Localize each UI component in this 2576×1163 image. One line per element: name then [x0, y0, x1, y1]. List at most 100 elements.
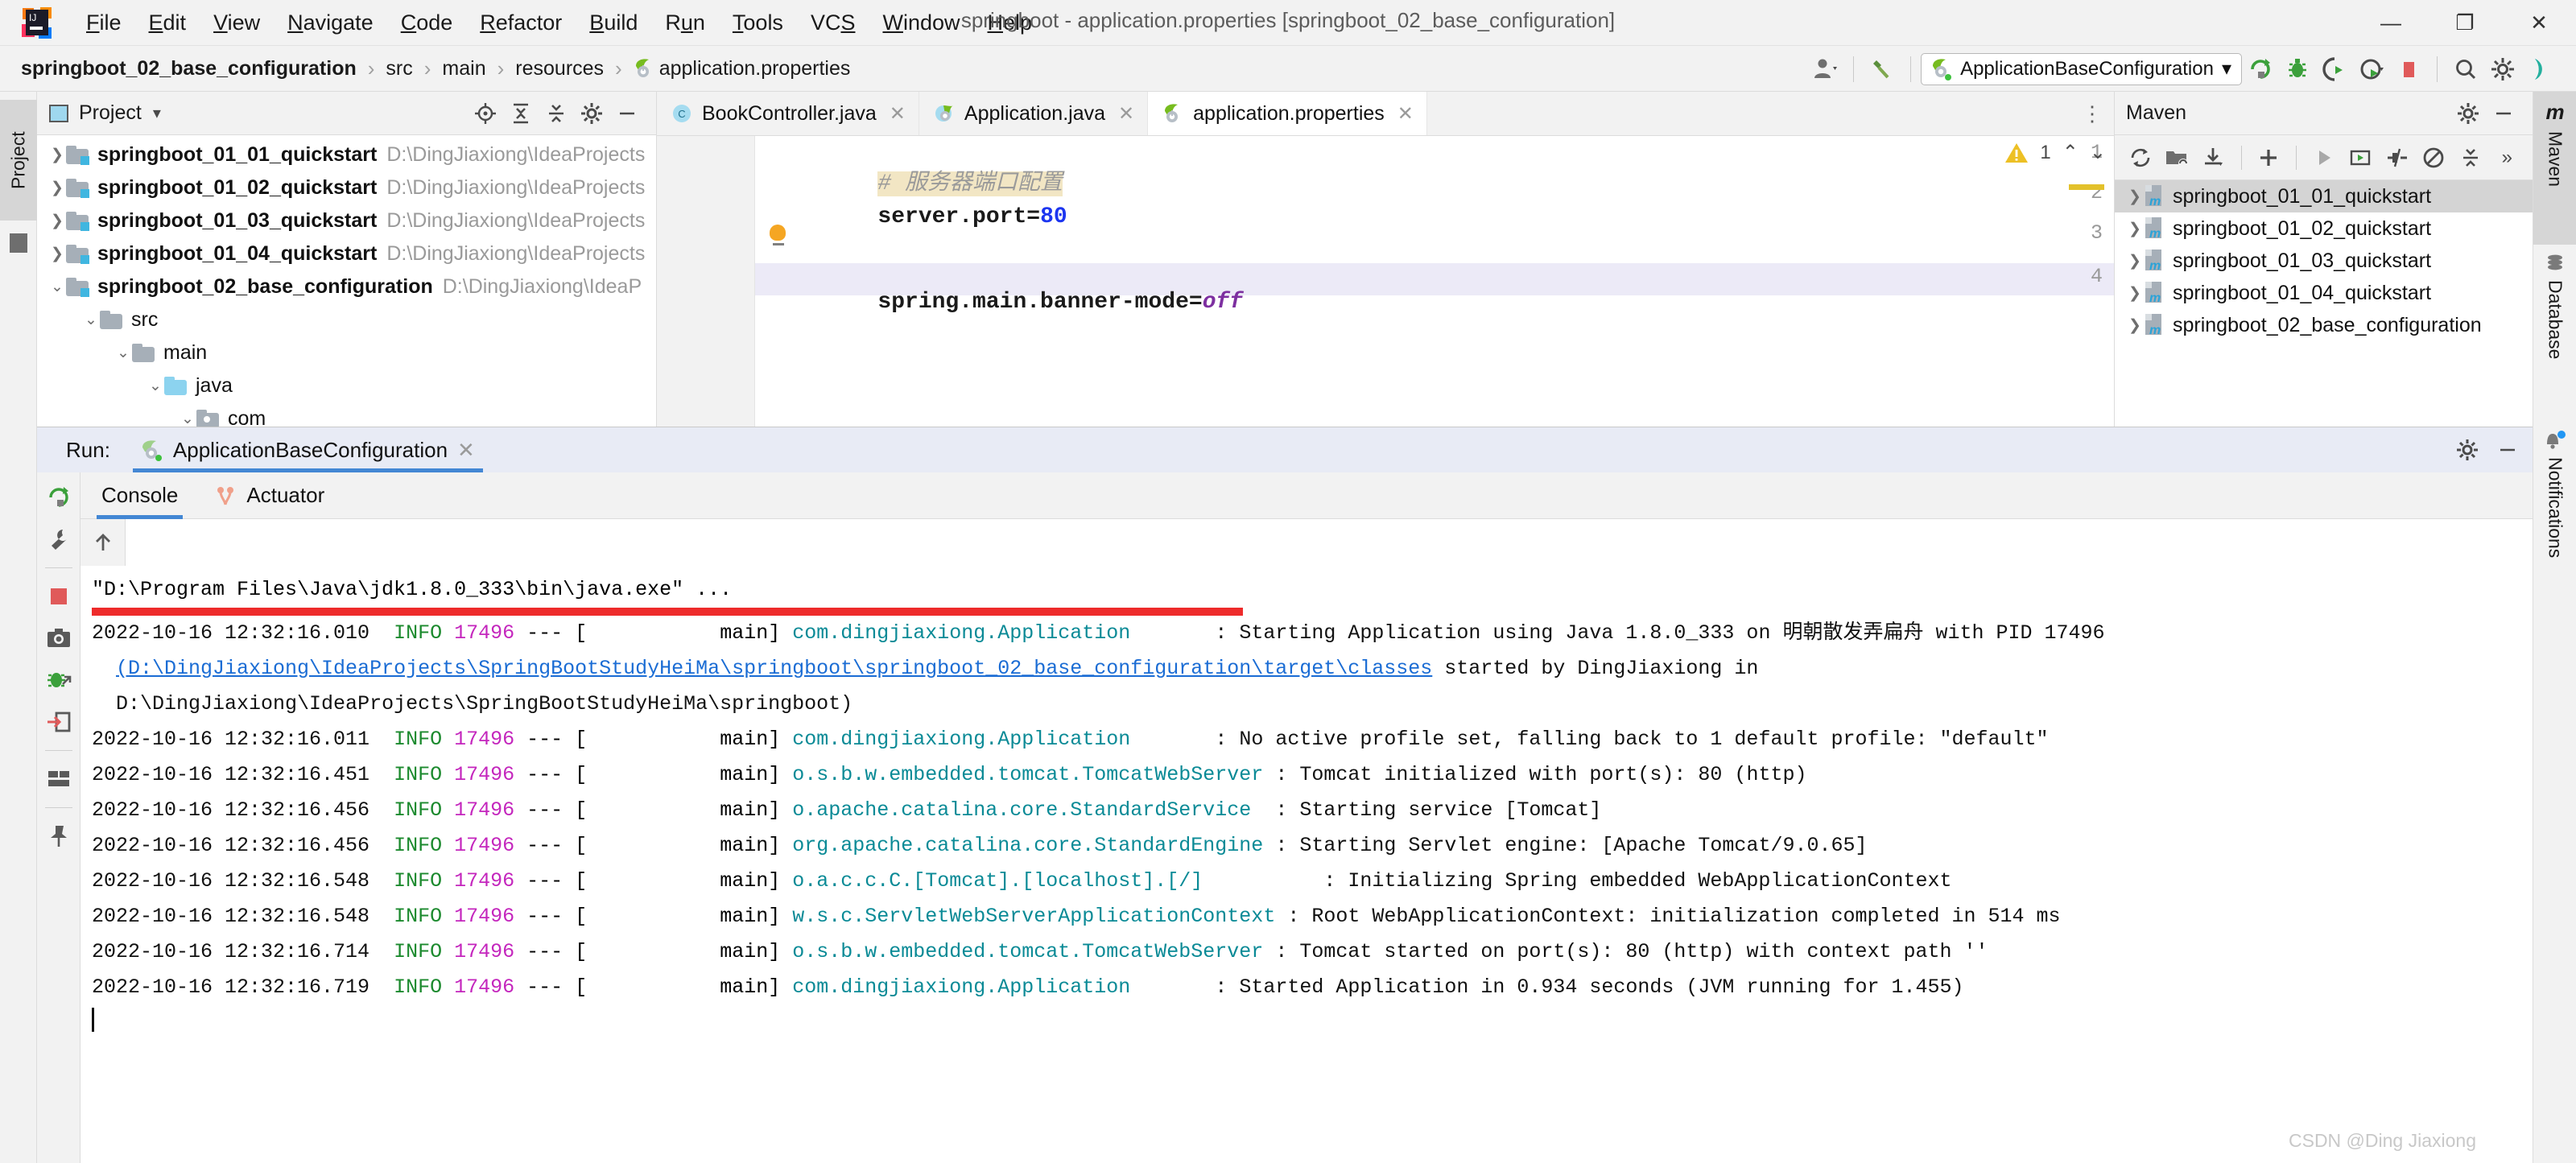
breadcrumb-item-resources[interactable]: resources	[515, 57, 604, 80]
hide-icon[interactable]	[609, 96, 645, 131]
tree-item[interactable]: ❯ springboot_01_04_quickstart D:\DingJia…	[37, 237, 656, 270]
stop-icon[interactable]	[42, 579, 76, 613]
tree-item[interactable]: ❯ springboot_01_02_quickstart D:\DingJia…	[37, 171, 656, 204]
toggle-skip-tests-icon[interactable]	[2381, 139, 2413, 176]
menu-tools[interactable]: Tools	[719, 6, 797, 39]
maximize-button[interactable]: ❐	[2428, 0, 2502, 46]
menu-view[interactable]: View	[200, 6, 274, 39]
chevron-down-icon[interactable]: ⌄	[48, 278, 66, 296]
maven-tree-item[interactable]: ❯ m springboot_01_03_quickstart	[2115, 245, 2533, 277]
menu-build[interactable]: Build	[576, 6, 651, 39]
menu-navigate[interactable]: Navigate	[274, 6, 387, 39]
breadcrumb-item-file[interactable]: application.properties	[659, 57, 851, 80]
tree-item[interactable]: ❯ springboot_01_01_quickstart D:\DingJia…	[37, 138, 656, 171]
console-output[interactable]: "D:\Program Files\Java\jdk1.8.0_333\bin\…	[80, 566, 2533, 1163]
editor-tab-application[interactable]: Application.java ✕	[919, 92, 1149, 135]
run-configuration-icon[interactable]	[2344, 139, 2376, 176]
menu-run[interactable]: Run	[651, 6, 719, 39]
prev-problem-icon[interactable]: ⌃	[2062, 141, 2079, 164]
menu-vcs[interactable]: VCS	[797, 6, 869, 39]
chevron-right-icon[interactable]: ❯	[2126, 220, 2144, 237]
user-avatar-icon[interactable]	[1806, 51, 1843, 88]
maven-tree-item[interactable]: ❯ m springboot_01_04_quickstart	[2115, 277, 2533, 309]
tab-console[interactable]: Console	[97, 472, 184, 519]
sidebar-tab-database[interactable]: Database	[2533, 245, 2576, 422]
tree-item[interactable]: ⌄ springboot_02_base_configuration D:\Di…	[37, 270, 656, 303]
sidebar-tab-maven[interactable]: m Maven	[2533, 92, 2576, 245]
minimize-button[interactable]: —	[2354, 0, 2428, 46]
settings-gear-icon[interactable]	[574, 96, 609, 131]
intention-bulb-icon[interactable]	[770, 225, 787, 245]
wrench-icon[interactable]	[42, 522, 76, 556]
reload-icon[interactable]	[2124, 139, 2157, 176]
chevron-right-icon[interactable]: ❯	[48, 179, 66, 197]
breadcrumb-item-main[interactable]: main	[442, 57, 485, 80]
pin-icon[interactable]	[42, 819, 76, 853]
scroll-up-icon[interactable]	[86, 526, 120, 559]
collapse-all-icon[interactable]	[539, 96, 574, 131]
editor-gutter[interactable]	[657, 136, 755, 427]
chevron-down-icon[interactable]: ⌄	[179, 410, 196, 428]
settings-gear-icon[interactable]	[2484, 51, 2521, 88]
rerun-icon[interactable]	[2242, 51, 2279, 88]
search-everywhere-icon[interactable]	[2447, 51, 2484, 88]
collapse-all-icon[interactable]	[2454, 139, 2487, 176]
menu-file[interactable]: File	[72, 6, 135, 39]
tree-item[interactable]: ⌄ main	[37, 336, 656, 369]
run-tab-applicationbaseconfiguration[interactable]: ApplicationBaseConfiguration ✕	[132, 427, 483, 472]
maven-tree-item[interactable]: ❯ m springboot_01_02_quickstart	[2115, 212, 2533, 245]
editor-marker-warning[interactable]	[2069, 184, 2104, 190]
debug-attach-icon[interactable]	[42, 663, 76, 697]
build-hammer-icon[interactable]	[1864, 51, 1901, 88]
log-link[interactable]: (D:\DingJiaxiong\IdeaProjects\SpringBoot…	[116, 657, 1432, 680]
add-maven-project-icon[interactable]	[2161, 139, 2194, 176]
tree-item[interactable]: ⌄ java	[37, 369, 656, 402]
layout-icon[interactable]	[42, 762, 76, 796]
chevron-down-icon[interactable]: ⌄	[82, 311, 100, 329]
rerun-icon[interactable]	[42, 480, 76, 514]
chevron-right-icon[interactable]: ❯	[2126, 316, 2144, 334]
more-icon[interactable]: »	[2491, 139, 2524, 176]
code-editor[interactable]: 1 2 3 4 # 服务器端口配置 server.port=80 spring.…	[657, 136, 2114, 427]
editor-tab-bookcontroller[interactable]: C BookController.java ✕	[657, 92, 919, 135]
project-tree[interactable]: ❯ springboot_01_01_quickstart D:\DingJia…	[37, 135, 656, 435]
menu-bar[interactable]: File Edit View Navigate Code Refactor Bu…	[72, 6, 1046, 39]
run-configuration-selector[interactable]: ApplicationBaseConfiguration ▾	[1921, 52, 2242, 85]
chevron-down-icon[interactable]: ▾	[153, 103, 161, 123]
chevron-down-icon[interactable]: ▾	[2222, 57, 2231, 80]
close-icon[interactable]: ✕	[890, 102, 906, 126]
editor-tab-application-properties[interactable]: application.properties ✕	[1148, 92, 1427, 135]
run-with-coverage-icon[interactable]	[2316, 51, 2353, 88]
sidebar-tab-notifications[interactable]: Notifications	[2533, 422, 2576, 655]
tab-actuator[interactable]: Actuator	[210, 472, 329, 519]
close-icon[interactable]: ✕	[457, 438, 475, 463]
download-sources-icon[interactable]	[2198, 139, 2230, 176]
maven-tree-item[interactable]: ❯ m springboot_01_01_quickstart	[2115, 180, 2533, 212]
tree-item[interactable]: ❯ springboot_01_03_quickstart D:\DingJia…	[37, 204, 656, 237]
hide-icon[interactable]	[2496, 438, 2520, 462]
breadcrumb-item-src[interactable]: src	[386, 57, 412, 80]
screenshot-icon[interactable]	[42, 621, 76, 655]
chevron-right-icon[interactable]: ❯	[48, 212, 66, 230]
chevron-down-icon[interactable]: ⌄	[114, 344, 132, 362]
tree-item[interactable]: ⌄ src	[37, 303, 656, 336]
menu-window[interactable]: Window	[869, 6, 973, 39]
menu-help[interactable]: Help	[974, 6, 1046, 39]
editor-tab-overflow-icon[interactable]: ⋮	[2082, 92, 2103, 136]
expand-all-icon[interactable]	[503, 96, 539, 131]
maven-tree-item[interactable]: ❯ m springboot_02_base_configuration	[2115, 309, 2533, 341]
chevron-right-icon[interactable]: ❯	[48, 146, 66, 164]
hide-icon[interactable]	[2486, 96, 2521, 131]
menu-code[interactable]: Code	[387, 6, 467, 39]
idea-help-icon[interactable]	[2521, 51, 2558, 88]
chevron-right-icon[interactable]: ❯	[2126, 284, 2144, 302]
menu-refactor[interactable]: Refactor	[466, 6, 576, 39]
chevron-right-icon[interactable]: ❯	[2126, 252, 2144, 270]
close-icon[interactable]: ✕	[1118, 102, 1134, 126]
debug-icon[interactable]	[2279, 51, 2316, 88]
add-icon[interactable]	[2252, 139, 2285, 176]
next-problem-icon[interactable]: ⌄	[2090, 141, 2106, 164]
profiler-icon[interactable]	[2353, 51, 2390, 88]
execute-goal-icon[interactable]	[2308, 139, 2340, 176]
menu-edit[interactable]: Edit	[135, 6, 200, 39]
